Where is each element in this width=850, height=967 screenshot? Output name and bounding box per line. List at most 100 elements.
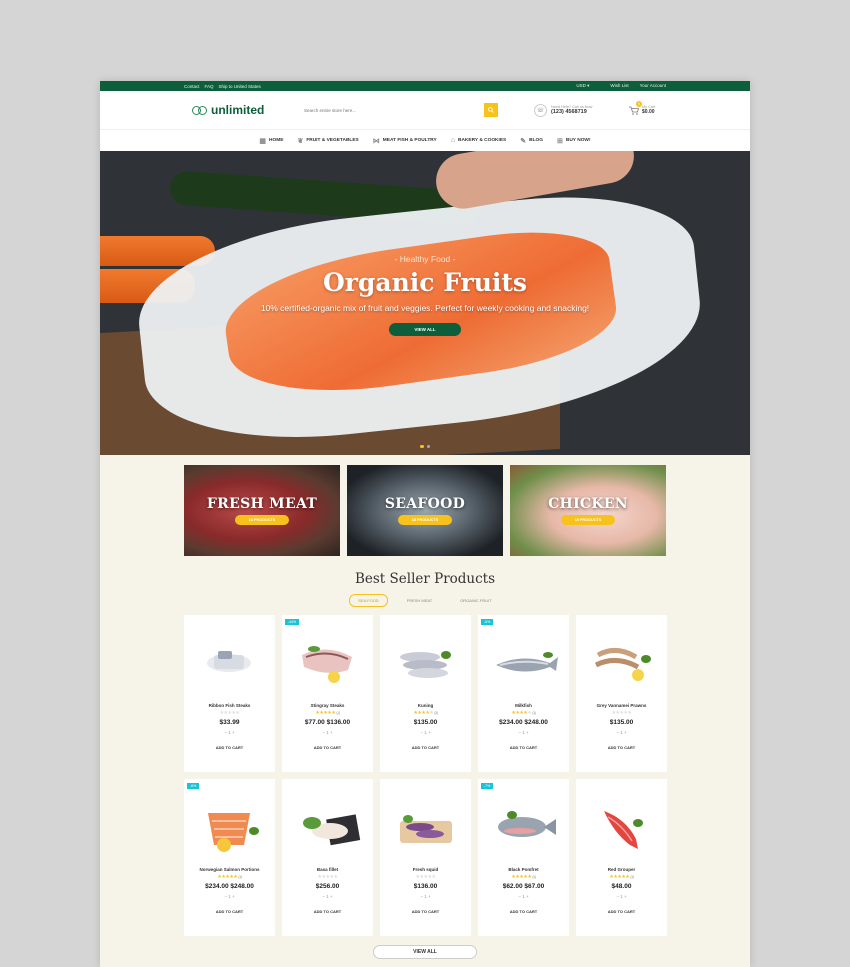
add-to-cart-button[interactable]: ADD TO CART [184, 909, 275, 914]
quantity-stepper[interactable]: − 1 + [478, 730, 569, 735]
nav-blog[interactable]: ✎ BLOG [520, 137, 543, 145]
view-all-button[interactable]: VIEW ALL [373, 945, 477, 959]
product-card[interactable]: Grey Vannamei Prawns ★★★★★ $135.00 − 1 + AD… [576, 615, 667, 772]
add-to-cart-button[interactable]: ADD TO CART [380, 745, 471, 750]
product-card[interactable]: -6% Norwegian Salmon Portions ★★★★★ (1) $23… [184, 778, 275, 936]
product-card[interactable]: Basa fillet ★★★★★ $256.00 − 1 + ADD TO CART [282, 778, 373, 936]
tab-organic-fruit[interactable]: ORGANIC FRUIT [451, 594, 501, 607]
quantity-stepper[interactable]: − 1 + [184, 894, 275, 899]
category-chicken[interactable]: CHICKEN 10 PRODUCTS [510, 465, 666, 556]
wishlist-link[interactable]: Wish List [610, 83, 628, 89]
nav-meat-fish-poultry[interactable]: ⋈ MEAT FISH & POULTRY [373, 137, 437, 145]
account-link[interactable]: Your Account [640, 83, 666, 89]
quantity-stepper[interactable]: − 1 + [282, 894, 373, 899]
nav-bakery-cookies[interactable]: ⌂ BAKERY & COOKIES [451, 137, 506, 144]
product-name[interactable]: Kuning [380, 703, 471, 708]
product-image[interactable] [380, 779, 471, 867]
hero-view-all-button[interactable]: VIEW ALL [389, 323, 461, 336]
nav-home[interactable]: ▦ HOME [259, 137, 283, 145]
product-image[interactable] [184, 615, 275, 703]
product-name[interactable]: Red Grouper [576, 867, 667, 872]
add-to-cart-button[interactable]: ADD TO CART [380, 909, 471, 914]
slider-dots [420, 444, 430, 448]
product-price: $62.00 $67.00 [502, 882, 545, 890]
product-name[interactable]: Ribbon Fish Steaks [184, 703, 275, 708]
category-products-button[interactable]: 18 PRODUCTS [397, 515, 453, 525]
product-name[interactable]: Stingray Steaks [282, 703, 373, 708]
logo-text: unlimited [211, 103, 265, 117]
currency-select[interactable]: USD ▾ [576, 83, 589, 89]
quantity-stepper[interactable]: − 1 + [282, 730, 373, 735]
category-products-button[interactable]: 10 PRODUCTS [560, 515, 616, 525]
nav-fruit-vegetables[interactable]: ❦ FRUIT & VEGETABLES [297, 137, 358, 145]
hero-slider: - Healthy Food - Organic Fruits 10% cert… [100, 151, 750, 455]
product-name[interactable]: Norwegian Salmon Portions [184, 867, 275, 872]
add-to-cart-button[interactable]: ADD TO CART [576, 909, 667, 914]
add-to-cart-button[interactable]: ADD TO CART [478, 909, 569, 914]
fruit-icon: ❦ [297, 137, 304, 145]
product-card[interactable]: -6% Milkfish ★★★★★ (1) $234.00 $248.00− 1 +… [478, 615, 569, 772]
search-input[interactable] [304, 103, 484, 117]
ship-to-link[interactable]: Ship to United States [219, 84, 261, 89]
main-nav: ▦ HOME ❦ FRUIT & VEGETABLES ⋈ MEAT FISH & P… [100, 129, 750, 151]
category-products-button[interactable]: 14 PRODUCTS [234, 515, 290, 525]
nav-buy-now[interactable]: ⊞ BUY NOW! [557, 137, 591, 145]
slider-dot[interactable] [426, 444, 430, 448]
mini-cart[interactable]: 0 My Cart $0.00 [629, 101, 655, 115]
add-to-cart-button[interactable]: ADD TO CART [282, 909, 373, 914]
product-card[interactable]: -44% Stingray Steaks ★★★★★ (1) $77.00 $136.… [282, 615, 373, 772]
support-phone[interactable]: (123) 4568719 [551, 109, 592, 115]
section-title: Best Seller Products [354, 571, 496, 587]
product-name[interactable]: Grey Vannamei Prawns [576, 703, 667, 708]
product-image[interactable] [380, 615, 471, 703]
product-name[interactable]: Black Pomfret [478, 867, 569, 872]
quantity-stepper[interactable]: − 1 + [380, 730, 471, 735]
product-name[interactable]: Fresh squid [380, 867, 471, 872]
category-seafood[interactable]: SEAFOOD 18 PRODUCTS [347, 465, 503, 556]
hero-title: Organic Fruits [322, 268, 527, 297]
product-card[interactable]: Ribbon Fish Steaks ★★★★★ $33.99 − 1 + ADD T… [184, 615, 275, 772]
nav-label: BAKERY & COOKIES [458, 138, 507, 143]
add-to-cart-button[interactable]: ADD TO CART [576, 745, 667, 750]
quantity-stepper[interactable]: − 1 + [576, 894, 667, 899]
add-to-cart-button[interactable]: ADD TO CART [282, 745, 373, 750]
quantity-stepper[interactable]: − 1 + [478, 894, 569, 899]
contact-link[interactable]: Contact [184, 84, 200, 89]
product-name[interactable]: Basa fillet [282, 867, 373, 872]
category-title: CHICKEN [548, 496, 628, 512]
product-card[interactable]: Fresh squid ★★★★★ $136.00 − 1 + ADD TO CART [380, 778, 471, 936]
quantity-stepper[interactable]: − 1 + [184, 730, 275, 735]
search-icon [488, 107, 494, 113]
logo[interactable]: unlimited [192, 103, 304, 117]
product-image[interactable] [478, 615, 569, 703]
category-fresh-meat[interactable]: FRESH MEAT 14 PRODUCTS [184, 465, 340, 556]
product-rating: ★★★★★ [611, 710, 632, 716]
quantity-stepper[interactable]: − 1 + [380, 894, 471, 899]
quantity-stepper[interactable]: − 1 + [576, 730, 667, 735]
faq-link[interactable]: FAQ [205, 84, 214, 89]
tab-sea-food[interactable]: SEA FOOD [349, 594, 388, 607]
add-to-cart-button[interactable]: ADD TO CART [184, 745, 275, 750]
phone-icon: ☏ [534, 103, 547, 117]
product-name[interactable]: Milkfish [478, 703, 569, 708]
nav-label: MEAT FISH & POULTRY [382, 138, 437, 143]
search-button[interactable] [484, 103, 498, 117]
product-rating: ★★★★★ [415, 873, 436, 880]
product-image[interactable] [576, 615, 667, 703]
add-to-cart-button[interactable]: ADD TO CART [478, 745, 569, 750]
product-price: $48.00 [611, 882, 632, 890]
hero-subtitle: - Healthy Food - [394, 254, 456, 264]
product-image[interactable] [184, 779, 275, 867]
product-image[interactable] [282, 779, 373, 867]
product-image[interactable] [478, 779, 569, 867]
product-card[interactable]: Red Grouper ★★★★★ (1) $48.00 − 1 + ADD TO CA… [576, 778, 667, 936]
product-card[interactable]: Kuning ★★★★★ (3) $135.00 − 1 + ADD TO CART [380, 615, 471, 772]
tab-fresh-meat[interactable]: FRESH MEAT [398, 594, 441, 607]
product-price: $234.00 $248.00 [205, 882, 254, 890]
slider-dot[interactable] [420, 444, 424, 448]
product-card[interactable]: -7% Black Pomfret ★★★★★ (1) $62.00 $67.00− … [478, 778, 569, 936]
blog-icon: ✎ [520, 137, 527, 145]
product-image[interactable] [282, 615, 373, 703]
product-image[interactable] [576, 779, 667, 867]
product-grid: Ribbon Fish Steaks ★★★★★ $33.99 − 1 + ADD T… [100, 607, 750, 936]
